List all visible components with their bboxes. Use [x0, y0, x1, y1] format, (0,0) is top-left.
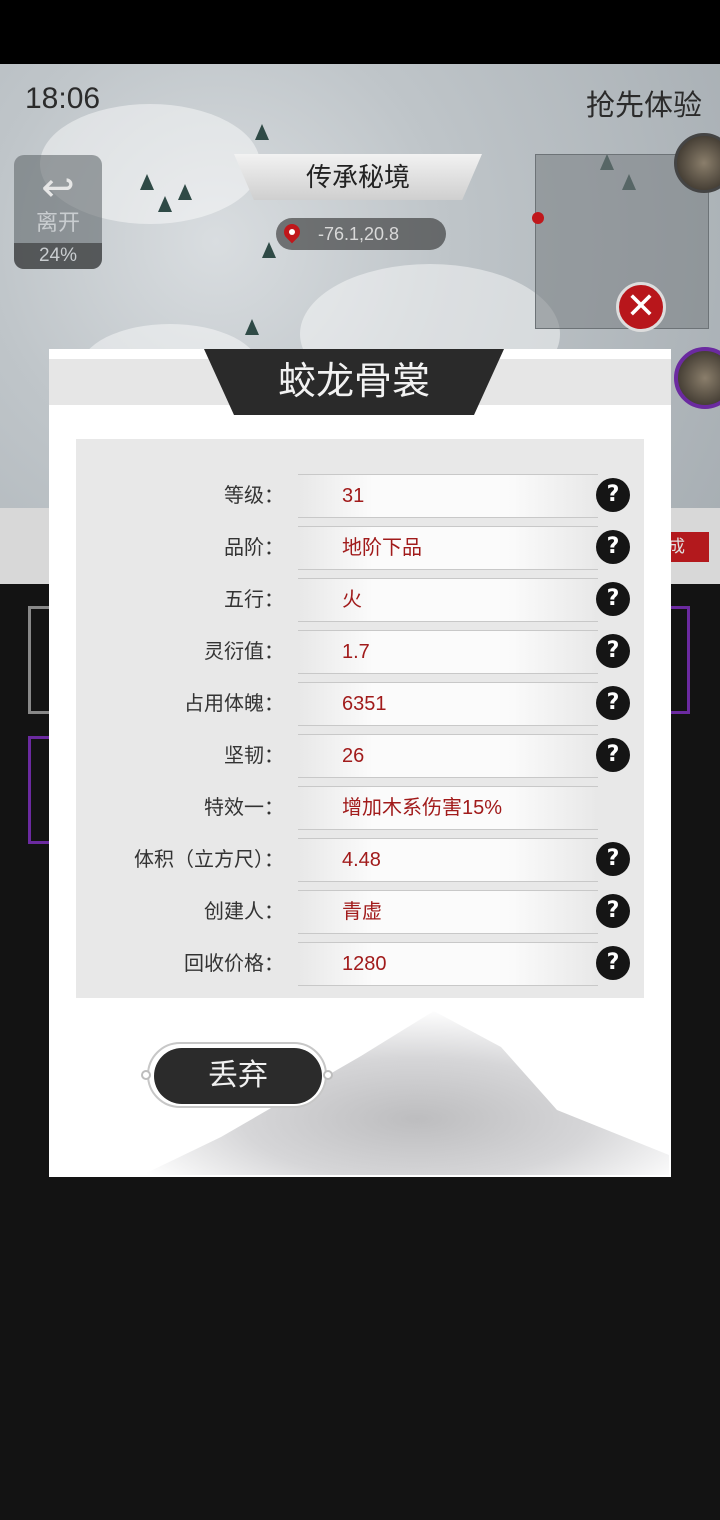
item-detail-dialog: 蛟龙骨裳 等级： 31 ? 品阶： 地阶下品 ? 五行： 火 ? 灵衍值： 1.…	[49, 349, 671, 1177]
help-icon[interactable]: ?	[596, 946, 630, 980]
property-row: 品阶： 地阶下品 ?	[76, 522, 644, 574]
property-list: 等级： 31 ? 品阶： 地阶下品 ? 五行： 火 ? 灵衍值： 1.7 ? 占…	[76, 439, 644, 998]
help-icon[interactable]: ?	[596, 686, 630, 720]
frame-knob	[141, 1070, 151, 1080]
property-row: 灵衍值： 1.7 ?	[76, 626, 644, 678]
property-label: 占用体魄：	[184, 693, 284, 715]
leave-label: 离开	[35, 210, 80, 235]
ink-mountain-decoration	[49, 999, 671, 1175]
property-label: 回收价格：	[184, 953, 284, 975]
tree-icon	[140, 174, 154, 190]
property-row: 五行： 火 ?	[76, 574, 644, 626]
property-value: 1.7	[342, 641, 370, 663]
help-icon[interactable]: ?	[596, 634, 630, 668]
help-icon[interactable]: ?	[596, 894, 630, 928]
property-value: 火	[342, 589, 362, 611]
tree-icon	[255, 124, 269, 140]
property-row: 坚韧： 26 ?	[76, 730, 644, 782]
property-label: 体积（立方尺）：	[134, 849, 284, 871]
property-value: 31	[342, 485, 365, 507]
coordinates-display[interactable]: -76.1,20.8	[276, 218, 446, 250]
help-icon[interactable]: ?	[596, 478, 630, 512]
property-label: 特效一：	[204, 797, 284, 819]
realm-title: 传承秘境	[234, 154, 482, 200]
property-row: 等级： 31 ?	[76, 470, 644, 522]
system-status-bar	[0, 0, 720, 64]
coordinates-value: -76.1,20.8	[318, 224, 400, 244]
property-label: 等级：	[224, 485, 284, 507]
property-label: 品阶：	[224, 537, 284, 559]
property-row: 回收价格： 1280 ?	[76, 938, 644, 990]
player-marker-icon	[532, 212, 544, 224]
property-value: 4.48	[342, 849, 381, 871]
location-pin-icon	[280, 220, 304, 244]
tree-icon	[178, 184, 192, 200]
property-value: 26	[342, 745, 365, 767]
frame-knob	[323, 1070, 333, 1080]
tree-icon	[245, 319, 259, 335]
tree-icon	[262, 242, 276, 258]
help-icon[interactable]: ?	[596, 530, 630, 564]
property-label: 五行：	[224, 589, 284, 611]
property-label: 创建人：	[204, 901, 284, 923]
help-icon[interactable]: ?	[596, 738, 630, 772]
property-row: 特效一： 增加木系伤害15%	[76, 782, 644, 834]
property-value: 地阶下品	[342, 537, 422, 559]
property-row: 占用体魄： 6351 ?	[76, 678, 644, 730]
help-icon[interactable]: ?	[596, 842, 630, 876]
help-icon[interactable]: ?	[596, 582, 630, 616]
property-value: 增加木系伤害15%	[342, 797, 503, 819]
dialog-title: 蛟龙骨裳	[204, 349, 504, 415]
property-row: 体积（立方尺）： 4.48 ?	[76, 834, 644, 886]
return-arrow-icon: ↩	[41, 166, 75, 210]
leave-button[interactable]: ↩ 离开 24%	[14, 155, 102, 269]
property-label: 坚韧：	[224, 745, 284, 767]
property-value: 6351	[342, 693, 387, 715]
property-value: 青虚	[342, 901, 382, 923]
property-value: 1280	[342, 953, 387, 975]
tree-icon	[158, 196, 172, 212]
leave-progress: 24%	[14, 243, 102, 269]
property-label: 灵衍值：	[204, 641, 284, 663]
clock-time: 18:06	[25, 82, 101, 115]
property-row: 创建人： 青虚 ?	[76, 886, 644, 938]
discard-button[interactable]: 丢弃	[154, 1048, 322, 1104]
early-access-label: 抢先体验	[585, 90, 702, 122]
close-icon[interactable]: ✕	[616, 282, 666, 332]
